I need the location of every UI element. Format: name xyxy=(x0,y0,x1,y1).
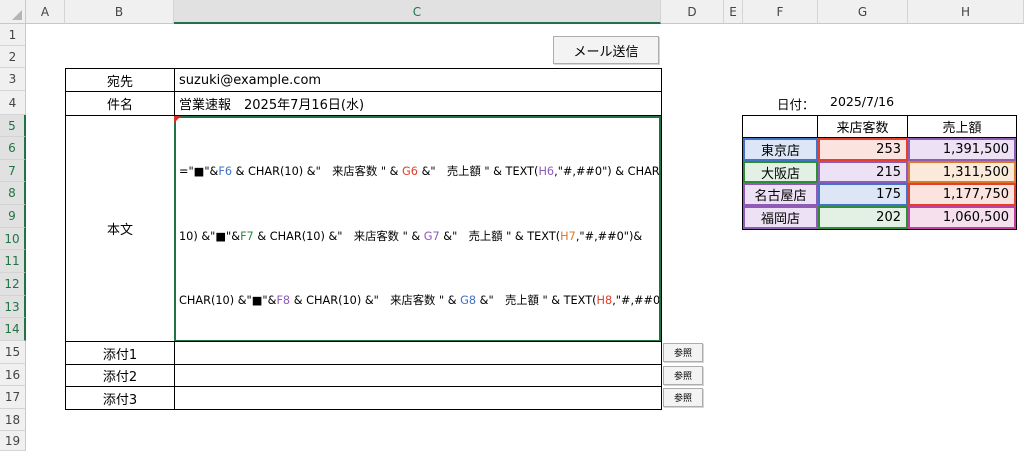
attach1-browse-button[interactable]: 参照 xyxy=(663,343,703,362)
formula-cell-reference: H7 xyxy=(560,229,576,243)
column-header-h[interactable]: H xyxy=(908,0,1024,24)
attach3-field[interactable] xyxy=(174,386,662,410)
column-header-g[interactable]: G xyxy=(818,0,908,24)
formula-cell-reference: F6 xyxy=(218,165,233,178)
formula-cell-reference: H8 xyxy=(596,294,613,307)
table-header-sales[interactable]: 売上額 xyxy=(908,116,1016,138)
table-row-sales[interactable]: 1,177,750 xyxy=(908,183,1016,206)
formula-text: ,"#,##0")& xyxy=(575,229,643,243)
column-header-c[interactable]: C xyxy=(174,0,661,24)
row-header-11[interactable]: 11 xyxy=(0,250,26,273)
column-header-f[interactable]: F xyxy=(743,0,818,24)
formula-text: & CHAR(10) &" 来店客数 " & xyxy=(290,294,461,307)
row-header-13[interactable]: 13 xyxy=(0,296,26,318)
row-header-15[interactable]: 15 xyxy=(0,341,26,364)
row-header-14[interactable]: 14 xyxy=(0,318,26,341)
formula-text: &" 売上額 " & TEXT( xyxy=(476,294,597,307)
formula-text: ="■"& xyxy=(179,165,219,178)
row-header-10[interactable]: 10 xyxy=(0,228,26,250)
column-header-d[interactable]: D xyxy=(661,0,724,24)
table-row-visitors[interactable]: 175 xyxy=(818,183,908,206)
send-mail-button[interactable]: メール送信 xyxy=(553,36,659,64)
row-header-12[interactable]: 12 xyxy=(0,273,26,296)
formula-text: ,"#,##0")& xyxy=(612,294,661,307)
table-row-store[interactable]: 福岡店 xyxy=(743,206,818,229)
formula-cell-reference: F7 xyxy=(240,229,254,243)
attach2-browse-button[interactable]: 参照 xyxy=(663,366,703,385)
row-header-2[interactable]: 2 xyxy=(0,46,26,68)
row-header-5[interactable]: 5 xyxy=(0,115,26,137)
attach2-field[interactable] xyxy=(174,364,662,387)
to-field[interactable]: suzuki@example.com xyxy=(174,68,662,92)
table-header-store[interactable] xyxy=(743,116,818,138)
attach2-label: 添付2 xyxy=(65,364,175,387)
table-row-store[interactable]: 名古屋店 xyxy=(743,183,818,206)
table-row-sales[interactable]: 1,391,500 xyxy=(908,138,1016,161)
attach1-field[interactable] xyxy=(174,341,662,365)
formula-text: &" 売上額 " & TEXT( xyxy=(439,229,561,243)
attach1-label: 添付1 xyxy=(65,341,175,365)
row-header-6[interactable]: 6 xyxy=(0,137,26,160)
formula-cell-reference: G7 xyxy=(423,229,440,243)
table-row-sales[interactable]: 1,311,500 xyxy=(908,161,1016,183)
table-row-visitors[interactable]: 253 xyxy=(818,138,908,161)
body-label: 本文 xyxy=(65,115,175,342)
attach3-browse-button[interactable]: 参照 xyxy=(663,388,703,407)
formula-line-3: CHAR(10) &"■"&F8 & CHAR(10) &" 来店客数 " & … xyxy=(179,290,659,312)
table-row-sales[interactable]: 1,060,500 xyxy=(908,206,1016,229)
to-label: 宛先 xyxy=(65,68,175,92)
column-header-e[interactable]: E xyxy=(724,0,743,24)
select-all-corner[interactable] xyxy=(0,0,26,24)
row-header-19[interactable]: 19 xyxy=(0,431,26,451)
column-header-b[interactable]: B xyxy=(65,0,174,24)
table-row-store[interactable]: 大阪店 xyxy=(743,161,818,183)
table-row-visitors[interactable]: 202 xyxy=(818,206,908,229)
formula-text: ,"#,##0") & CHAR( xyxy=(554,165,661,178)
subject-field[interactable]: 営業速報 2025年7月16日(水) xyxy=(174,91,662,116)
row-header-17[interactable]: 17 xyxy=(0,386,26,409)
formula-text: &" 売上額 " & TEXT( xyxy=(417,165,539,178)
row-header-4[interactable]: 4 xyxy=(0,91,26,115)
row-header-18[interactable]: 18 xyxy=(0,409,26,431)
table-row-visitors[interactable]: 215 xyxy=(818,161,908,183)
attach3-label: 添付3 xyxy=(65,386,175,410)
formula-cell-reference: G6 xyxy=(402,165,418,178)
formula-cell-reference: F8 xyxy=(276,294,291,307)
row-header-16[interactable]: 16 xyxy=(0,364,26,386)
row-header-8[interactable]: 8 xyxy=(0,182,26,205)
sales-table: 来店客数 売上額 東京店 253 1,391,500 大阪店 215 1,311… xyxy=(742,115,1017,230)
row-header-9[interactable]: 9 xyxy=(0,205,26,228)
formula-cell-reference: G8 xyxy=(460,294,477,307)
subject-label: 件名 xyxy=(65,91,175,116)
comment-indicator-icon xyxy=(174,116,181,123)
table-row-store[interactable]: 東京店 xyxy=(743,138,818,161)
formula-text: CHAR(10) &"■"& xyxy=(179,294,277,307)
table-header-visitors[interactable]: 来店客数 xyxy=(818,116,908,138)
formula-text: & CHAR(10) &" 来店客数 " & xyxy=(253,229,424,243)
formula-text: & CHAR(10) &" 来店客数 " & xyxy=(232,165,403,178)
date-label: 日付： xyxy=(777,97,815,112)
row-header-1[interactable]: 1 xyxy=(0,24,26,46)
row-header-7[interactable]: 7 xyxy=(0,160,26,182)
row-header-3[interactable]: 3 xyxy=(0,68,26,91)
formula-line-2: 10) &"■"&F7 & CHAR(10) &" 来店客数 " & G7 &"… xyxy=(179,226,659,248)
body-formula-cell[interactable]: ="■"&F6 & CHAR(10) &" 来店客数 " & G6 &" 売上額… xyxy=(174,116,661,342)
formula-text: 10) &"■"& xyxy=(179,229,241,243)
formula-line-1: ="■"&F6 & CHAR(10) &" 来店客数 " & G6 &" 売上額… xyxy=(179,161,659,183)
column-header-a[interactable]: A xyxy=(26,0,65,24)
formula-cell-reference: H6 xyxy=(538,165,555,178)
date-value[interactable]: 2025/7/16 xyxy=(830,94,894,112)
